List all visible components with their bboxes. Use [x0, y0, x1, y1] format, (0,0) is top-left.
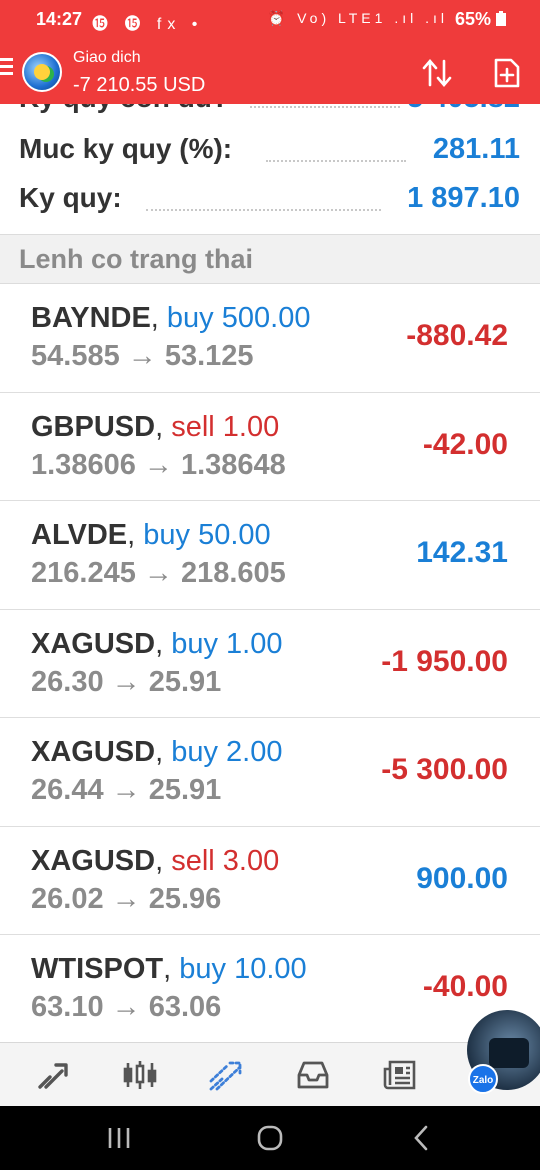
- margin-level-label: Muc ky quy (%):: [19, 133, 233, 164]
- account-summary: Ky quy con dư: 5 405.82 Muc ky quy (%): …: [0, 104, 540, 234]
- zalo-icon[interactable]: Zalo: [468, 1064, 498, 1094]
- system-nav-bar: [0, 1106, 540, 1170]
- margin-label: Ky quy:: [19, 182, 122, 213]
- position-symbol: ALVDE: [31, 519, 128, 551]
- position-profit: -5 300.00: [381, 753, 508, 786]
- open-price: 216.245: [31, 557, 136, 589]
- open-price: 26.44: [31, 774, 104, 806]
- margin-level-value: 281.11: [432, 133, 520, 165]
- quotes-icon[interactable]: [36, 1057, 72, 1093]
- open-price: 63.10: [31, 991, 104, 1023]
- position-volume: 1.00: [222, 410, 280, 443]
- position-profit: -1 950.00: [381, 644, 508, 678]
- section-title: Lenh co trang thai: [19, 244, 254, 274]
- position-side: buy: [171, 627, 218, 660]
- position-side: buy: [166, 302, 214, 334]
- position-symbol: GBPUSD: [31, 410, 156, 443]
- app-top-bar: 14:27 ⓯ ⓯ fx • ⏰ Vo) LTE1 .ıl .ıl 65% Gi…: [0, 0, 540, 104]
- margin-value: 1 897.10: [407, 182, 520, 214]
- position-row[interactable]: XAGUSD, buy 1.00 26.30 → 25.91 -1 950.00: [0, 609, 540, 718]
- position-symbol: BAYNDE: [31, 302, 151, 334]
- news-icon[interactable]: [382, 1057, 418, 1093]
- arrow-icon: →: [111, 991, 141, 1023]
- position-profit: 142.31: [416, 536, 508, 569]
- position-symbol: WTISPOT: [31, 953, 164, 985]
- position-volume: 3.00: [222, 844, 280, 877]
- open-positions-header: Lenh co trang thai: [0, 234, 540, 284]
- recent-apps-icon[interactable]: [106, 1124, 132, 1152]
- sort-icon[interactable]: [421, 58, 453, 88]
- position-symbol: XAGUSD: [31, 844, 156, 877]
- home-icon[interactable]: [256, 1124, 284, 1152]
- position-row[interactable]: GBPUSD, sell 1.00 1.38606 → 1.38648 -42.…: [0, 392, 540, 501]
- position-profit: -880.42: [406, 319, 508, 352]
- position-row[interactable]: WTISPOT, buy 10.00 63.10 → 63.06 -40.00: [0, 935, 540, 1044]
- current-price: 25.91: [148, 665, 222, 698]
- current-price: 1.38648: [180, 448, 286, 481]
- open-price: 54.585: [31, 340, 120, 372]
- margin-row: Ky quy: 1 897.10: [0, 179, 540, 225]
- position-volume: 1.00: [226, 627, 283, 660]
- free-margin-row: Ky quy con dư: 5 405.82: [0, 104, 540, 124]
- margin-level-row: Muc ky quy (%): 281.11: [0, 130, 540, 176]
- position-profit: -42.00: [422, 427, 508, 461]
- new-order-icon[interactable]: [491, 58, 523, 88]
- arrow-icon: →: [111, 665, 141, 698]
- position-row[interactable]: BAYNDE, buy 500.00 54.585 → 53.125 -880.…: [0, 284, 540, 393]
- position-row[interactable]: XAGUSD, buy 2.00 26.44 → 25.91 -5 300.00: [0, 718, 540, 827]
- positions-list: BAYNDE, buy 500.00 54.585 → 53.125 -880.…: [0, 284, 540, 1044]
- current-price: 218.605: [180, 557, 286, 589]
- position-row[interactable]: ALVDE, buy 50.00 216.245 → 218.605 142.3…: [0, 501, 540, 610]
- chart-icon[interactable]: [122, 1057, 158, 1093]
- status-bar: 14:27 ⓯ ⓯ fx • ⏰ Vo) LTE1 .ıl .ıl 65%: [0, 0, 540, 40]
- position-side: sell: [171, 410, 215, 443]
- status-time: 14:27: [36, 9, 83, 29]
- trade-icon[interactable]: [208, 1057, 244, 1093]
- arrow-icon: →: [127, 340, 157, 372]
- position-profit: 900.00: [416, 861, 508, 895]
- position-volume: 500.00: [221, 302, 311, 334]
- app-logo: [22, 52, 62, 92]
- bottom-toolbar: [0, 1042, 540, 1106]
- position-volume: 2.00: [226, 736, 283, 768]
- arrow-icon: →: [111, 774, 141, 806]
- back-icon[interactable]: [410, 1124, 432, 1152]
- position-row[interactable]: XAGUSD, sell 3.00 26.02 → 25.96 900.00: [0, 826, 540, 935]
- open-price: 1.38606: [31, 448, 136, 481]
- position-volume: 50.00: [198, 519, 271, 551]
- current-price: 25.91: [148, 774, 222, 806]
- notification-icons: ⓯ ⓯ fx •: [92, 16, 204, 33]
- current-price: 25.96: [148, 882, 222, 915]
- arrow-icon: →: [143, 557, 173, 589]
- account-balance: -7 210.55 USD: [73, 74, 206, 96]
- open-price: 26.30: [31, 665, 104, 698]
- open-price: 26.02: [31, 882, 104, 915]
- screen-title: Giao dich: [73, 49, 141, 66]
- position-side: buy: [171, 736, 218, 768]
- current-price: 53.125: [164, 340, 254, 372]
- position-side: sell: [171, 844, 215, 877]
- position-symbol: XAGUSD: [31, 736, 156, 768]
- position-symbol: XAGUSD: [31, 627, 156, 660]
- battery-level: 65%: [455, 9, 506, 30]
- menu-icon[interactable]: [0, 58, 14, 78]
- signal-icons: ⏰ Vo) LTE1 .ıl .ıl: [267, 10, 448, 26]
- arrow-icon: →: [143, 448, 173, 481]
- position-side: buy: [179, 953, 226, 985]
- position-profit: -40.00: [422, 970, 508, 1003]
- current-price: 63.06: [148, 991, 222, 1023]
- arrow-icon: →: [111, 882, 141, 915]
- position-volume: 10.00: [234, 953, 307, 985]
- position-side: buy: [143, 519, 191, 551]
- history-icon[interactable]: [295, 1057, 331, 1093]
